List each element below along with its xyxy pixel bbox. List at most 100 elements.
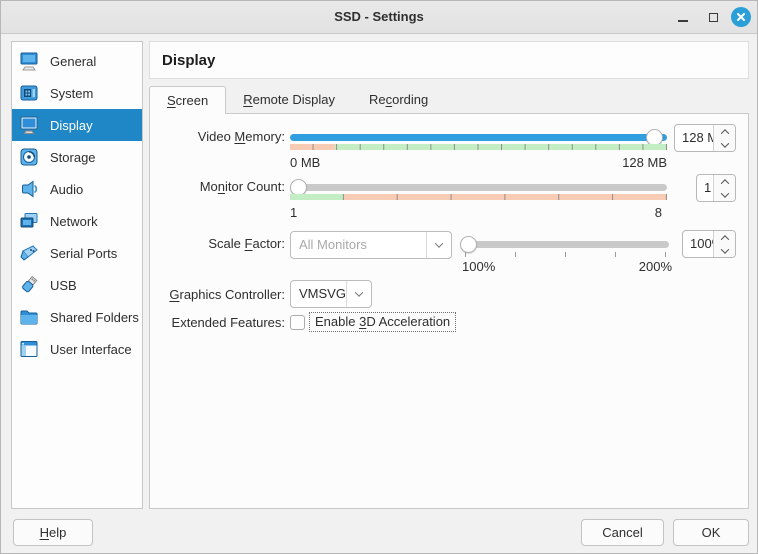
- extended-features-label: Extended Features:: [150, 315, 285, 330]
- minimize-icon: [678, 20, 688, 22]
- chevron-down-icon: [720, 245, 728, 253]
- video-memory-label: Video Memory:: [150, 129, 285, 144]
- sidebar-item-label: System: [50, 86, 93, 101]
- general-icon: [17, 49, 41, 73]
- sidebar-item-label: Shared Folders: [50, 310, 139, 325]
- network-icon: [17, 209, 41, 233]
- scale-factor-slider-handle[interactable]: [460, 236, 477, 253]
- video-memory-slider[interactable]: [290, 134, 667, 141]
- sidebar-item-label: User Interface: [50, 342, 132, 357]
- video-memory-min-label: 0 MB: [290, 155, 320, 170]
- video-memory-spinbox[interactable]: 128 MB: [674, 124, 736, 152]
- monitor-count-range-strip: [290, 194, 667, 200]
- chevron-down-icon: [435, 239, 443, 247]
- sidebar-item-label: USB: [50, 278, 77, 293]
- sidebar-item-label: Network: [50, 214, 98, 229]
- video-memory-ticks: [290, 144, 667, 150]
- shared-folders-icon: [17, 305, 41, 329]
- sidebar-item-label: General: [50, 54, 96, 69]
- graphics-controller-value: VMSVGA: [291, 281, 346, 307]
- chevron-down-icon: [720, 189, 728, 197]
- display-icon: [17, 113, 41, 137]
- titlebar[interactable]: SSD - Settings: [1, 1, 757, 34]
- sidebar-item-user-interface[interactable]: User Interface: [12, 333, 142, 365]
- scale-factor-label: Scale Factor:: [150, 236, 285, 251]
- spin-down-button[interactable]: [714, 188, 735, 201]
- video-memory-value[interactable]: 128 MB: [675, 125, 713, 151]
- spin-down-button[interactable]: [714, 244, 735, 257]
- monitor-count-min-label: 1: [290, 205, 297, 220]
- minimize-button[interactable]: [671, 1, 695, 33]
- enable-3d-acceleration-checkbox-label[interactable]: Enable 3D Acceleration: [309, 312, 456, 332]
- settings-sidebar: General System Display Storage Audio: [11, 41, 143, 509]
- spin-down-button[interactable]: [714, 138, 735, 151]
- maximize-icon: [709, 13, 718, 22]
- tab-screen[interactable]: Screen: [149, 86, 226, 114]
- page-title: Display: [162, 52, 215, 69]
- sidebar-item-label: Storage: [50, 150, 96, 165]
- chevron-up-icon: [720, 179, 728, 187]
- user-interface-icon: [17, 337, 41, 361]
- spin-up-button[interactable]: [714, 231, 735, 244]
- close-icon: [731, 7, 751, 27]
- scale-factor-min-label: 100%: [462, 259, 495, 274]
- monitor-count-slider[interactable]: [290, 184, 667, 191]
- spin-up-button[interactable]: [714, 125, 735, 138]
- video-memory-range-strip: [290, 144, 667, 150]
- video-memory-max-label: 128 MB: [577, 155, 667, 170]
- tab-remote-display[interactable]: Remote Display: [226, 86, 352, 114]
- dropdown-arrow: [346, 281, 371, 307]
- monitor-count-spinbox[interactable]: 1: [696, 174, 736, 202]
- scale-factor-monitor-value: All Monitors: [291, 232, 426, 258]
- monitor-count-spin-buttons: [713, 175, 735, 201]
- help-button[interactable]: Help: [13, 519, 93, 546]
- audio-icon: [17, 177, 41, 201]
- ok-button[interactable]: OK: [673, 519, 749, 546]
- serial-ports-icon: [17, 241, 41, 265]
- chevron-down-icon: [355, 288, 363, 296]
- sidebar-item-storage[interactable]: Storage: [12, 141, 142, 173]
- screen-tab-panel: Video Memory: 128 MB 0 MB 128 MB Monitor…: [149, 113, 749, 509]
- scale-factor-max-label: 200%: [582, 259, 672, 274]
- sidebar-item-network[interactable]: Network: [12, 205, 142, 237]
- sidebar-item-serial-ports[interactable]: Serial Ports: [12, 237, 142, 269]
- tab-recording[interactable]: Recording: [352, 86, 445, 114]
- sidebar-item-display[interactable]: Display: [12, 109, 142, 141]
- close-button[interactable]: [729, 1, 753, 33]
- cancel-button[interactable]: Cancel: [581, 519, 664, 546]
- monitor-count-value[interactable]: 1: [697, 175, 713, 201]
- sidebar-item-audio[interactable]: Audio: [12, 173, 142, 205]
- video-memory-spin-buttons: [713, 125, 735, 151]
- storage-icon: [17, 145, 41, 169]
- chevron-down-icon: [720, 139, 728, 147]
- sidebar-item-general[interactable]: General: [12, 45, 142, 77]
- scale-factor-monitor-dropdown[interactable]: All Monitors: [290, 231, 452, 259]
- chevron-up-icon: [720, 129, 728, 137]
- graphics-controller-dropdown[interactable]: VMSVGA: [290, 280, 372, 308]
- sidebar-item-label: Audio: [50, 182, 83, 197]
- chevron-up-icon: [720, 235, 728, 243]
- spin-up-button[interactable]: [714, 175, 735, 188]
- maximize-button[interactable]: [701, 1, 725, 33]
- scale-factor-slider[interactable]: [460, 241, 669, 248]
- tabbar: Screen Remote Display Recording: [149, 86, 445, 114]
- monitor-count-ticks: [290, 194, 667, 200]
- monitor-count-label: Monitor Count:: [150, 179, 285, 194]
- scale-factor-value[interactable]: 100%: [683, 231, 713, 257]
- scale-factor-spinbox[interactable]: 100%: [682, 230, 736, 258]
- sidebar-item-usb[interactable]: USB: [12, 269, 142, 301]
- page-header: Display: [149, 41, 749, 79]
- sidebar-item-shared-folders[interactable]: Shared Folders: [12, 301, 142, 333]
- system-icon: [17, 81, 41, 105]
- scale-factor-spin-buttons: [713, 231, 735, 257]
- window-title: SSD - Settings: [1, 1, 757, 33]
- enable-3d-acceleration-checkbox[interactable]: [290, 315, 305, 330]
- usb-icon: [17, 273, 41, 297]
- sidebar-item-label: Display: [50, 118, 93, 133]
- dropdown-arrow: [426, 232, 451, 258]
- sidebar-item-label: Serial Ports: [50, 246, 117, 261]
- sidebar-item-system[interactable]: System: [12, 77, 142, 109]
- settings-dialog: SSD - Settings General System: [0, 0, 758, 554]
- monitor-count-max-label: 8: [577, 205, 662, 220]
- graphics-controller-label: Graphics Controller:: [150, 287, 285, 302]
